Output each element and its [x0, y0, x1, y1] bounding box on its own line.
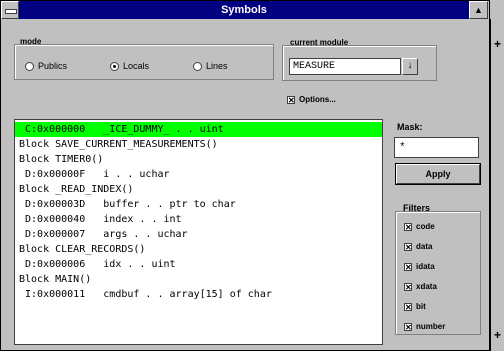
filter-code-checkbox[interactable]: ✕ code [404, 222, 435, 231]
filter-label: data [416, 242, 433, 251]
current-module-label: current module [290, 38, 349, 47]
filter-idata-checkbox[interactable]: ✕ idata [404, 262, 435, 271]
list-item[interactable]: Block MAIN() [15, 272, 382, 287]
mode-radio-locals[interactable]: Locals [110, 61, 149, 71]
outer-scrollbar[interactable] [490, 19, 504, 351]
system-menu-button[interactable] [1, 1, 19, 19]
list-item[interactable]: Block CLEAR_RECORDS() [15, 242, 382, 257]
filter-data-checkbox[interactable]: ✕ data [404, 242, 432, 251]
checkbox-icon: ✕ [404, 262, 412, 272]
radio-label: Publics [38, 61, 68, 71]
dropdown-arrow-icon[interactable]: ↓ [402, 58, 418, 75]
scroll-down-icon[interactable]: + [491, 328, 504, 344]
filter-label: xdata [416, 282, 437, 291]
checkbox-icon: ✕ [404, 302, 412, 312]
list-item[interactable]: C:0x000000 _ICE_DUMMY_ . . uint [15, 122, 382, 137]
mode-label: mode [20, 37, 42, 46]
checkbox-icon: ✕ [404, 322, 412, 332]
checkbox-icon: ✕ [404, 222, 412, 232]
window-title: Symbols [221, 4, 267, 16]
filter-label: number [416, 322, 446, 331]
radio-icon [193, 61, 202, 71]
mode-radio-lines[interactable]: Lines [193, 61, 228, 71]
list-item[interactable]: Block TIMER0() [15, 152, 382, 167]
filter-label: code [416, 222, 435, 231]
radio-icon [25, 61, 34, 71]
list-item[interactable]: Block _READ_INDEX() [15, 182, 382, 197]
list-item[interactable]: D:0x000006 idx . . uint [15, 257, 382, 272]
radio-label: Locals [123, 61, 150, 71]
radio-selected-icon [110, 61, 119, 71]
apply-button[interactable]: Apply [395, 163, 481, 185]
radio-label: Lines [206, 61, 228, 71]
checkbox-icon: ✕ [404, 282, 412, 292]
filter-label: idata [416, 262, 435, 271]
filter-bit-checkbox[interactable]: ✕ bit [404, 302, 426, 311]
options-label: Options... [299, 95, 336, 104]
mask-label: Mask: [397, 122, 423, 132]
list-item[interactable]: D:0x000040 index . . int [15, 212, 382, 227]
checkbox-icon: ✕ [287, 95, 295, 105]
filters-label: Filters [403, 203, 431, 213]
options-checkbox[interactable]: ✕ Options... [287, 95, 336, 104]
list-item[interactable]: Block SAVE_CURRENT_MEASUREMENTS() [15, 137, 382, 152]
filter-number-checkbox[interactable]: ✕ number [404, 322, 445, 331]
mask-input[interactable]: * [394, 137, 479, 158]
filter-xdata-checkbox[interactable]: ✕ xdata [404, 282, 437, 291]
filter-label: bit [416, 302, 426, 311]
mode-radio-publics[interactable]: Publics [25, 61, 67, 71]
scroll-up-icon[interactable]: + [491, 37, 504, 53]
system-menu-icon [5, 9, 17, 14]
list-item[interactable]: D:0x000007 args . . uchar [15, 227, 382, 242]
symbol-list[interactable]: C:0x000000 _ICE_DUMMY_ . . uint Block SA… [14, 119, 383, 345]
maximize-button[interactable]: ▲ [469, 1, 488, 19]
list-item[interactable]: D:0x00003D buffer . . ptr to char [15, 197, 382, 212]
list-item[interactable]: I:0x000011 cmdbuf . . array[15] of char [15, 287, 382, 302]
list-item[interactable]: D:0x00000F i . . uchar [15, 167, 382, 182]
checkbox-icon: ✕ [404, 242, 412, 252]
module-select[interactable]: MEASURE [289, 58, 401, 75]
